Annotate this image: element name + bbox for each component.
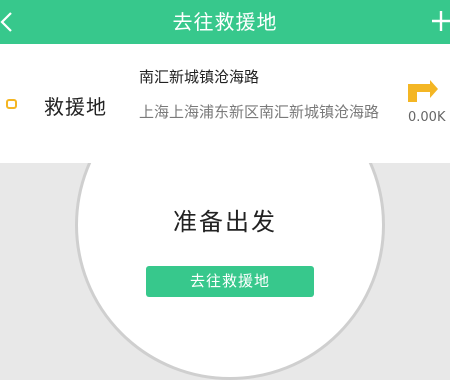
status-text: 准备出发 — [173, 208, 277, 236]
navigation-arrow-icon[interactable] — [406, 80, 438, 102]
distance-value: 0.00K — [408, 110, 446, 125]
destination-card[interactable]: 救援地 南汇新城镇沧海路 上海上海浦东新区南汇新城镇沧海路 0.00K — [0, 44, 450, 163]
address-text: 上海上海浦东新区南汇新城镇沧海路 — [139, 103, 380, 121]
add-button[interactable] — [428, 6, 450, 36]
plus-icon — [432, 11, 450, 31]
go-to-rescue-button[interactable]: 去往救援地 — [146, 266, 314, 297]
location-marker-icon — [6, 99, 17, 109]
top-bar: 去往救援地 — [0, 0, 450, 44]
page-title: 去往救援地 — [172, 10, 278, 34]
road-name: 南汇新城镇沧海路 — [139, 68, 260, 86]
destination-label: 救援地 — [44, 95, 107, 119]
